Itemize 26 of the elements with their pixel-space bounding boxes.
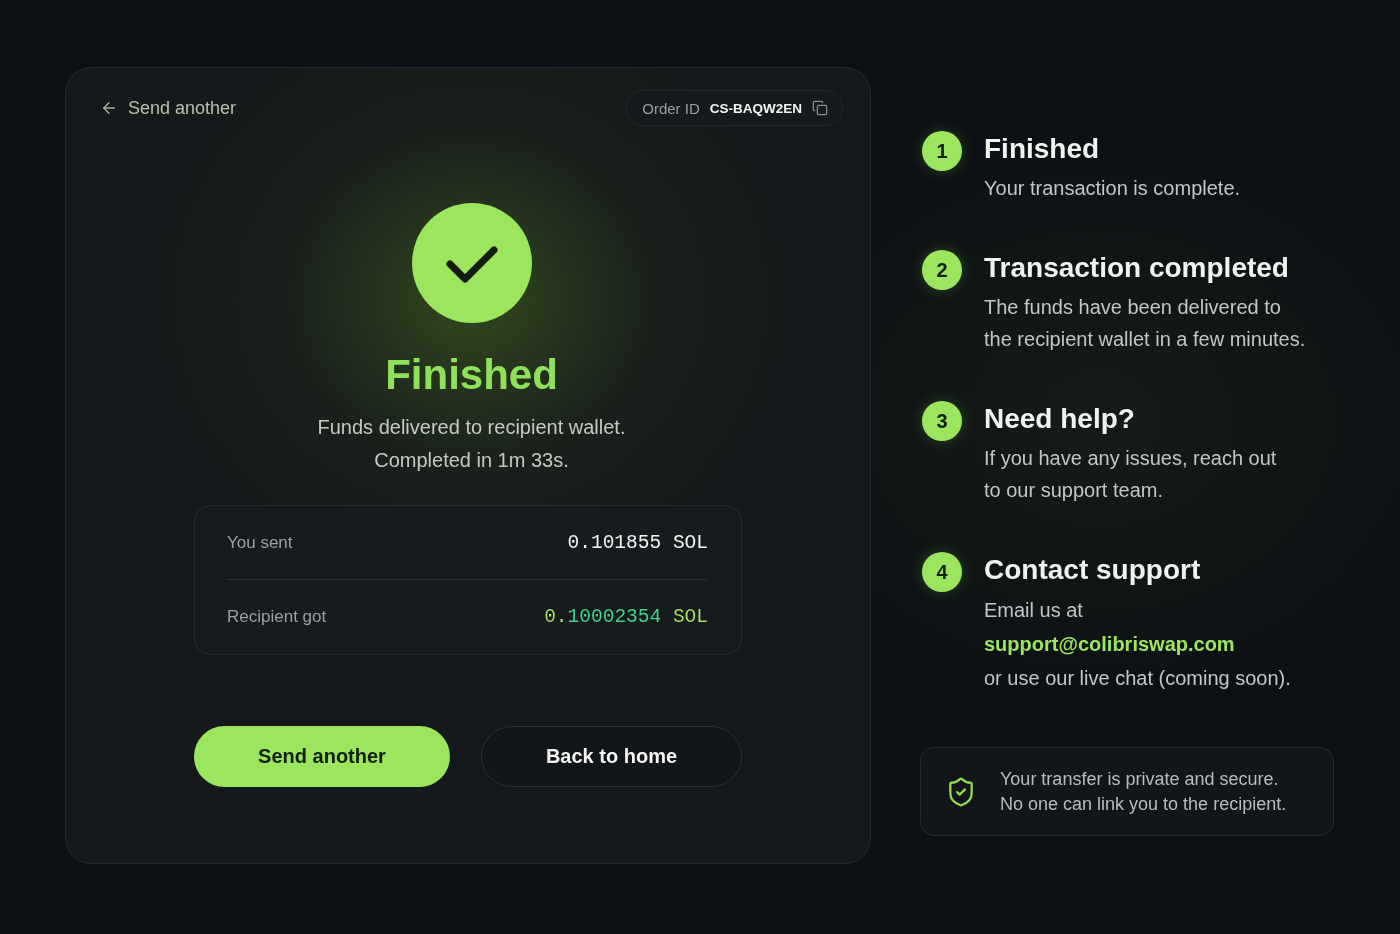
back-link[interactable]: Send another: [100, 97, 237, 119]
back-home-button[interactable]: Back to home: [481, 726, 742, 787]
email-link[interactable]: support@colibriswap.com: [984, 633, 1235, 655]
amount-label: You sent: [227, 532, 293, 553]
amount-label: Recipient got: [227, 607, 327, 627]
step-description: Your transaction is complete.: [984, 176, 1241, 201]
step-number: 2: [922, 250, 962, 290]
amount-value: 0.101855 SOL: [567, 531, 708, 554]
step-description: If you have any issues, reach out to our support team.: [984, 446, 1277, 503]
check-circle-icon: [411, 203, 532, 323]
copy-icon[interactable]: [812, 100, 828, 116]
step-number: 1: [922, 131, 962, 171]
step-number: 4: [922, 552, 962, 592]
step-title: Transaction completed: [984, 251, 1290, 285]
status-title: Finished: [385, 350, 558, 400]
notice-text: Your transfer is private and secure. No one can link you to the recipient.: [1000, 767, 1287, 816]
step-description: Email us at support@colibriswap.com or use our live chat (coming soon).: [984, 598, 1291, 691]
status-message: Funds delivered to recipient wallet. Completed in 1m 33s.: [317, 415, 626, 473]
step-title: Finished: [984, 132, 1101, 166]
step-number: 3: [922, 401, 962, 441]
send-another-button[interactable]: Send another: [194, 726, 450, 787]
order-id-value: CS-BAQW2EN: [709, 100, 802, 116]
step-title: Need help?: [984, 402, 1136, 436]
step-title: Contact support: [984, 553, 1202, 587]
order-id-label: Order ID: [642, 99, 700, 117]
step-description: The funds have been delivered to the recipient wallet in a few minutes.: [984, 295, 1306, 352]
